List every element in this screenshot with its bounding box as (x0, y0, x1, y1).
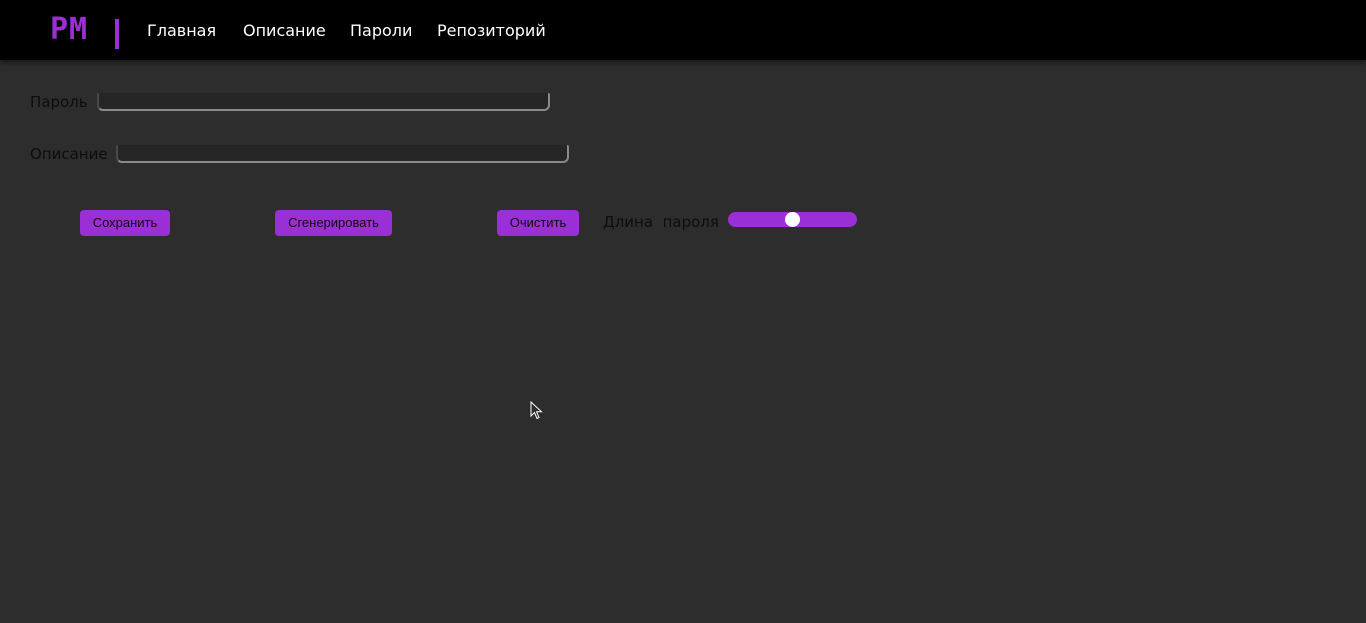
description-input[interactable] (116, 145, 569, 163)
mouse-pointer-icon (530, 401, 543, 420)
save-button[interactable]: Сохранить (80, 210, 170, 236)
nav-item-repository[interactable]: Репозиторий (437, 20, 546, 42)
clear-button[interactable]: Очистить (497, 210, 579, 236)
nav-item-passwords[interactable]: Пароли (350, 20, 412, 42)
slider-thumb[interactable] (785, 212, 800, 227)
generate-button[interactable]: Сгенерировать (275, 210, 392, 236)
password-length-slider[interactable] (728, 212, 857, 227)
password-input[interactable] (97, 93, 550, 111)
logo-divider (115, 19, 119, 49)
description-label: Описание (30, 145, 108, 163)
nav-item-description[interactable]: Описание (243, 20, 326, 42)
app-logo[interactable]: PM (50, 12, 88, 48)
top-navbar: PM Главная Описание Пароли Репозиторий (0, 0, 1366, 60)
nav-item-home[interactable]: Главная (147, 20, 216, 42)
password-length-label: Длина пароля (603, 213, 719, 231)
password-label: Пароль (30, 93, 88, 111)
